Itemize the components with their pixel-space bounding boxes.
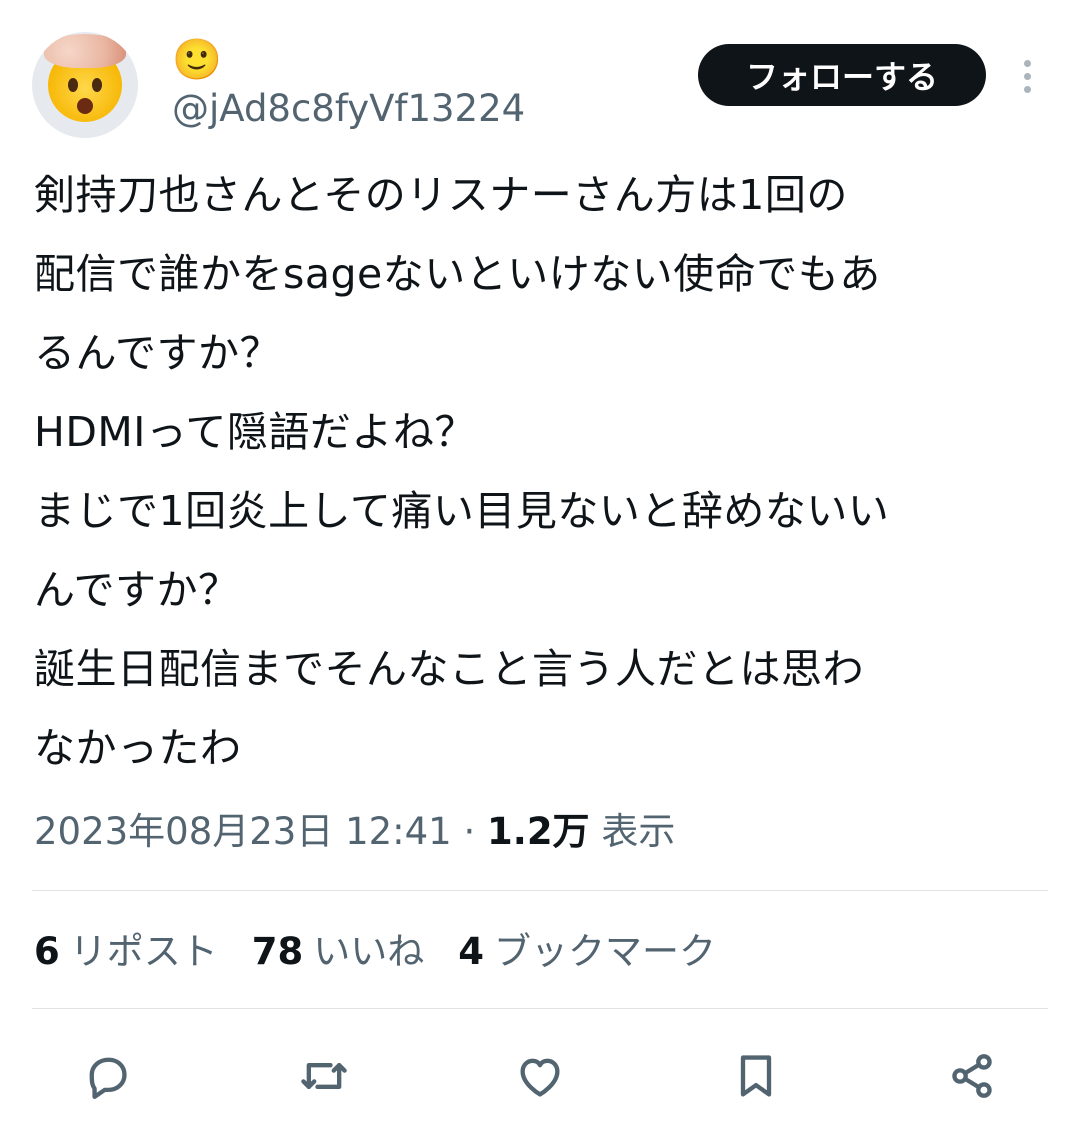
likes-label: いいね bbox=[313, 930, 425, 973]
share-icon[interactable] bbox=[944, 1048, 1000, 1104]
bookmark-icon[interactable] bbox=[728, 1048, 784, 1104]
reply-icon[interactable] bbox=[80, 1048, 136, 1104]
follow-button[interactable]: フォローする bbox=[698, 44, 986, 106]
reposts-stat[interactable]: 6 リポスト bbox=[34, 926, 218, 978]
tweet-line: HDMIって隠語だよね？ bbox=[34, 408, 476, 456]
tweet-meta: 2023年08月23日 12:41 · 1.2万 表示 bbox=[34, 806, 675, 858]
bookmarks-stat[interactable]: 4 ブックマーク bbox=[458, 926, 716, 978]
avatar[interactable] bbox=[32, 32, 138, 138]
exploding-head-icon bbox=[44, 34, 126, 122]
display-name[interactable]: 🙂 bbox=[172, 36, 222, 84]
bookmarks-count: 4 bbox=[458, 930, 484, 973]
tweet-line: るんですか？ bbox=[34, 329, 281, 377]
tweet-header: 🙂 @jAd8c8fyVf13224 フォローする bbox=[0, 0, 1080, 150]
likes-stat[interactable]: 78 いいね bbox=[252, 926, 425, 978]
more-options-icon[interactable] bbox=[1010, 54, 1044, 98]
timestamp[interactable]: 2023年08月23日 12:41 bbox=[34, 810, 452, 853]
bookmarks-label: ブックマーク bbox=[494, 930, 716, 973]
tweet-line: 剣持刀也さんとそのリスナーさん方は1回の bbox=[34, 171, 848, 219]
divider bbox=[32, 890, 1048, 891]
divider bbox=[32, 1008, 1048, 1009]
user-handle[interactable]: @jAd8c8fyVf13224 bbox=[172, 86, 525, 132]
likes-count: 78 bbox=[251, 930, 304, 973]
tweet-line: まじで1回炎上して痛い目見ないと辞めないい bbox=[34, 487, 890, 535]
tweet-line: んですか？ bbox=[34, 566, 240, 614]
tweet-text: 剣持刀也さんとそのリスナーさん方は1回の 配信で誰かをsageないといけない使命… bbox=[34, 156, 1044, 788]
meta-separator: · bbox=[463, 810, 476, 853]
tweet-line: 配信で誰かをsageないといけない使命でもあ bbox=[34, 250, 881, 298]
views-label: 表示 bbox=[601, 810, 676, 853]
views-count: 1.2万 bbox=[487, 810, 590, 853]
like-icon[interactable] bbox=[512, 1048, 568, 1104]
reposts-label: リポスト bbox=[69, 930, 218, 973]
engagement-stats: 6 リポスト 78 いいね 4 ブックマーク bbox=[34, 926, 716, 978]
tweet-line: 誕生日配信までそんなこと言う人だとは思わ bbox=[34, 645, 864, 693]
tweet-line: なかったわ bbox=[34, 724, 242, 772]
reposts-count: 6 bbox=[34, 930, 60, 973]
action-bar bbox=[0, 1040, 1080, 1110]
repost-icon[interactable] bbox=[296, 1048, 352, 1104]
